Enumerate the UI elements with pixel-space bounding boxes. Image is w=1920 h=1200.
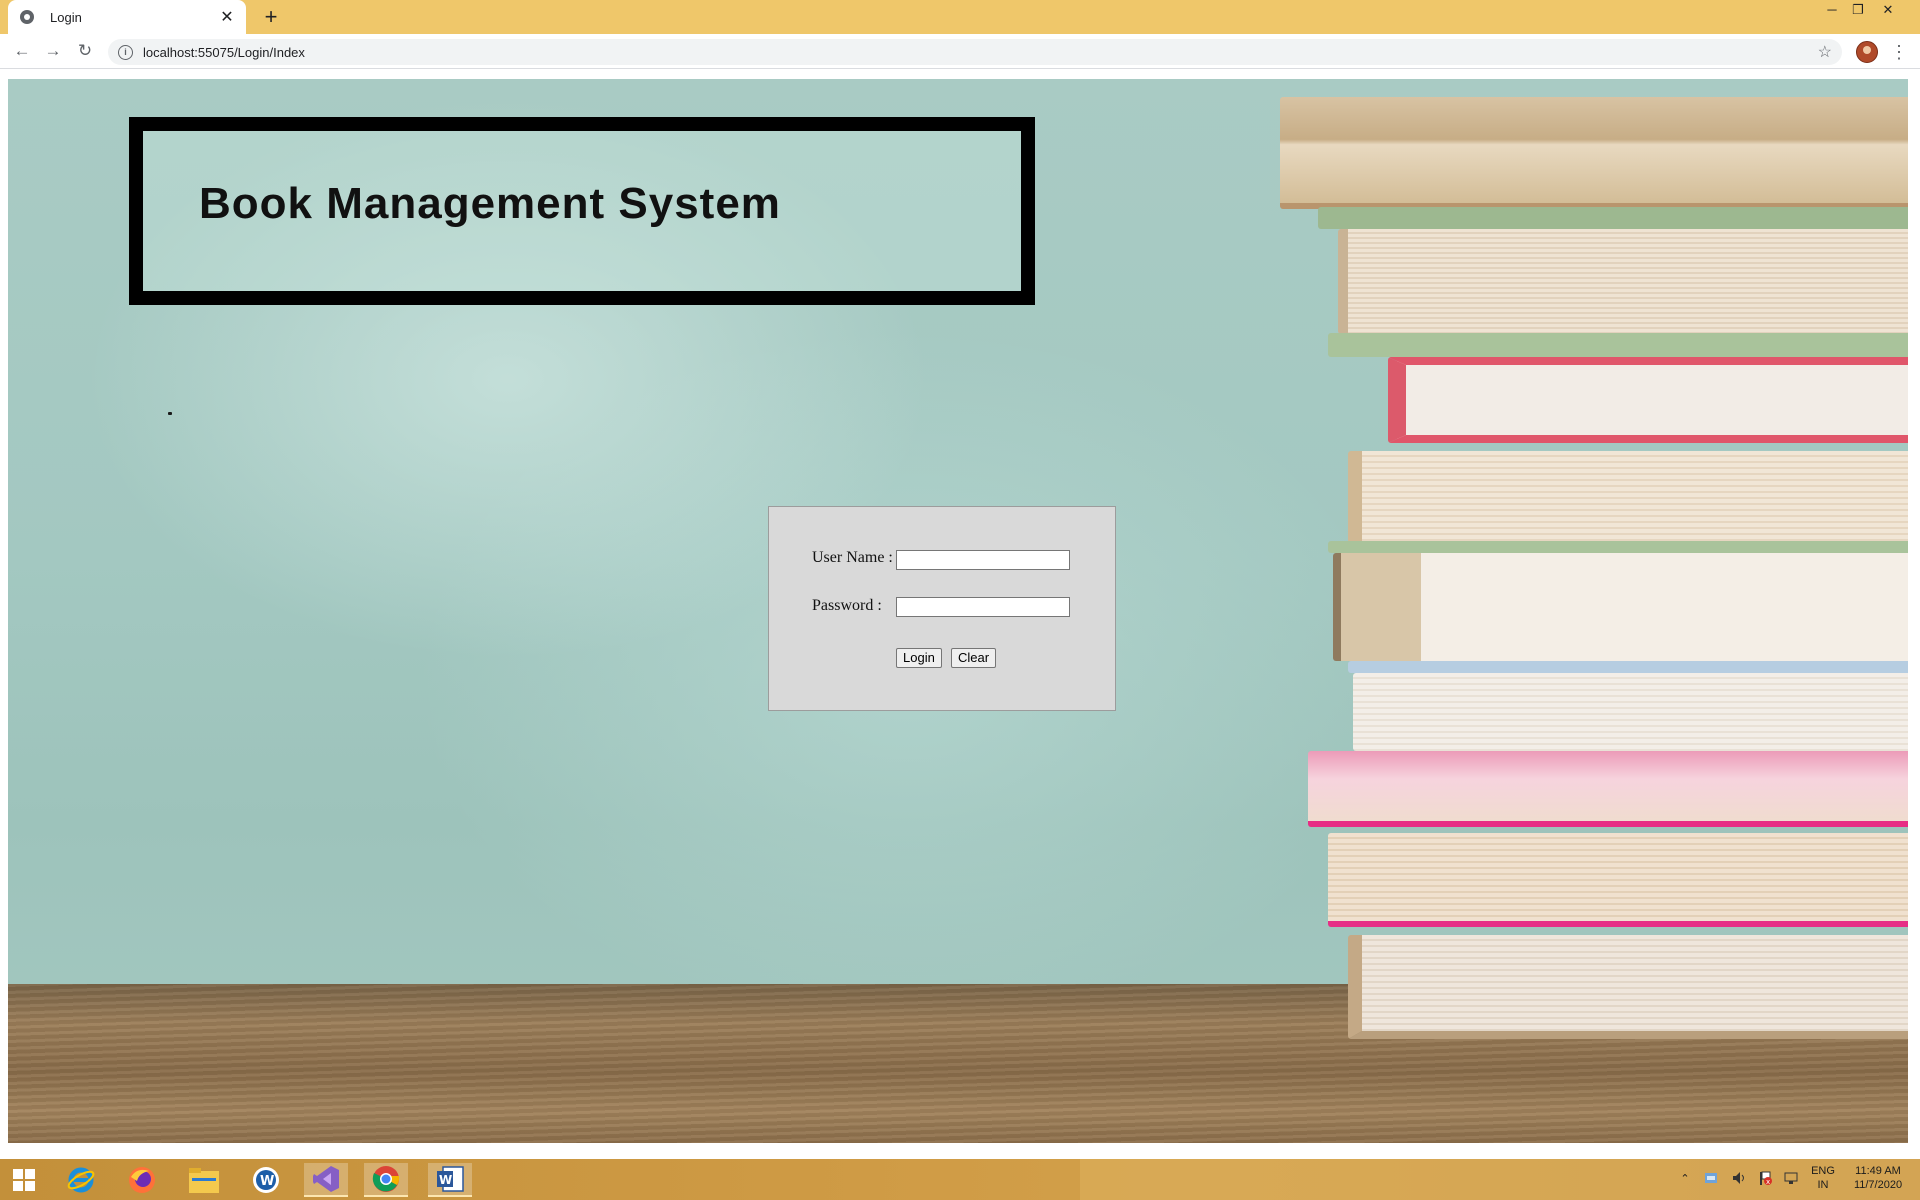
login-button[interactable]: Login [896, 648, 942, 668]
book [1388, 357, 1908, 443]
word-icon[interactable]: W [428, 1163, 472, 1197]
tab-login[interactable]: Login ✕ [8, 0, 246, 34]
internet-explorer-icon[interactable] [59, 1163, 103, 1197]
book [1318, 207, 1908, 229]
profile-avatar[interactable] [1856, 41, 1878, 63]
firefox-icon[interactable] [120, 1163, 164, 1197]
language-indicator[interactable]: ENG IN [1808, 1164, 1838, 1192]
book [1308, 751, 1908, 827]
login-form: User Name : Password : Login Clear [768, 506, 1116, 711]
password-label: Password : [812, 597, 882, 614]
url-text[interactable]: localhost:55075/Login/Index [143, 45, 305, 60]
svg-text:x: x [1766, 1178, 1770, 1186]
volume-icon[interactable] [1730, 1170, 1748, 1188]
network-app-icon[interactable] [1702, 1170, 1720, 1188]
browser-toolbar: ← → ↻ i localhost:55075/Login/Index ☆ [0, 34, 1920, 69]
decorative-dot [168, 412, 172, 415]
bookmark-star-icon[interactable]: ☆ [1818, 42, 1832, 62]
clock[interactable]: 11:49 AM 11/7/2020 [1846, 1164, 1910, 1192]
books-stack-image [1268, 79, 1908, 1099]
clear-button[interactable]: Clear [951, 648, 997, 668]
username-label: User Name : [812, 549, 893, 566]
book [1333, 553, 1908, 661]
svg-text:W: W [439, 1173, 452, 1187]
tray-overflow-icon[interactable]: ⌃ [1678, 1172, 1692, 1186]
book [1328, 541, 1908, 553]
forward-button[interactable]: → [41, 39, 65, 63]
network-icon[interactable] [1782, 1170, 1800, 1188]
reload-button[interactable]: ↻ [73, 39, 97, 63]
date-text: 11/7/2020 [1853, 1179, 1903, 1191]
address-bar[interactable]: i localhost:55075/Login/Index ☆ [108, 39, 1842, 65]
password-input[interactable] [896, 597, 1070, 617]
book [1353, 673, 1908, 751]
language-text: ENG [1811, 1165, 1835, 1177]
webex-icon[interactable]: W [244, 1163, 288, 1197]
close-window-button[interactable]: ✕ [1874, 0, 1902, 20]
minimize-button[interactable]: ─ [1818, 0, 1846, 20]
background-scene: Book Management System User Name : Passw… [8, 79, 1908, 1143]
book [1338, 229, 1908, 334]
book [1348, 935, 1908, 1039]
page-title: Book Management System [199, 179, 781, 228]
tab-title: Login [50, 9, 82, 25]
browser-titlebar: Login ✕ + ─ ❐ ✕ [0, 0, 1920, 34]
close-tab-icon[interactable]: ✕ [218, 7, 236, 27]
region-text: IN [1817, 1179, 1829, 1191]
book [1328, 333, 1908, 357]
browser-menu-icon[interactable]: ⋮ [1890, 40, 1908, 64]
book [1280, 97, 1908, 209]
username-input[interactable] [896, 550, 1070, 570]
restore-button[interactable]: ❐ [1844, 0, 1872, 20]
file-explorer-icon[interactable] [182, 1163, 226, 1197]
book [1348, 451, 1908, 543]
time-text: 11:49 AM [1855, 1165, 1901, 1177]
page-viewport: Book Management System User Name : Passw… [0, 69, 1920, 1151]
flag-alert-icon[interactable]: x [1756, 1170, 1774, 1188]
book [1328, 833, 1908, 927]
book [1348, 661, 1908, 673]
chrome-icon[interactable] [364, 1163, 408, 1197]
back-button[interactable]: ← [10, 39, 34, 63]
new-tab-button[interactable]: + [260, 4, 282, 30]
info-icon[interactable]: i [118, 44, 133, 60]
windows-start-icon[interactable] [2, 1163, 46, 1197]
globe-icon [20, 10, 34, 24]
title-banner: Book Management System [129, 117, 1035, 305]
visual-studio-icon[interactable] [304, 1163, 348, 1197]
windows-taskbar: W W ⌃ x ENG IN 11:49 AM 11/7/2020 [0, 1159, 1920, 1200]
svg-text:W: W [260, 1174, 274, 1189]
